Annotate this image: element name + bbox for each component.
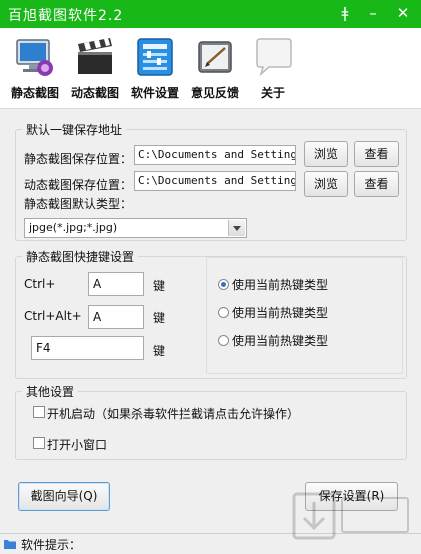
toolbar-label: 软件设置 <box>130 86 179 100</box>
toolbar-software-settings[interactable]: 软件设置 <box>126 30 184 104</box>
speech-bubble-icon <box>256 38 292 77</box>
dynamic-path-label: 动态截图保存位置： <box>24 178 133 192</box>
dynamic-browse-button[interactable]: 浏览 <box>304 171 348 197</box>
screenshot-wizard-button[interactable]: 截图向导(Q) <box>18 482 110 511</box>
hotkey-prefix-ctrl-alt: Ctrl+Alt+ <box>24 309 82 323</box>
default-type-select[interactable]: jpge(*.jpg;*.jpg) <box>24 218 247 238</box>
mini-window-label[interactable]: 打开小窗口 <box>47 436 107 453</box>
static-path-field[interactable]: C:\Documents and Settings\ <box>134 145 296 165</box>
toolbar-static-capture[interactable]: 静态截图 <box>6 30 64 104</box>
hotkey-key-suffix: 键 <box>153 311 166 325</box>
default-type-value: jpge(*.jpg;*.jpg) <box>29 221 118 234</box>
window-title: 百旭截图软件2.2 <box>8 8 124 24</box>
toolbar-about[interactable]: 关于 <box>244 30 302 104</box>
settings-panel: 默认一键保存地址 静态截图保存位置： C:\Documents and Sett… <box>0 108 421 534</box>
title-bar: 百旭截图软件2.2 ǂ – ✕ <box>0 0 421 28</box>
hotkey-type-radio-3[interactable] <box>218 335 229 346</box>
hotkey-key-field-2[interactable]: A <box>88 305 144 329</box>
hotkey-type-radio-label[interactable]: 使用当前热键类型 <box>232 276 328 293</box>
restore-icon[interactable]: – <box>362 3 384 23</box>
hotkey-key-field-3[interactable]: F4 <box>31 336 144 360</box>
monitor-icon <box>16 39 53 76</box>
hotkey-type-radio-label[interactable]: 使用当前热键类型 <box>232 332 328 349</box>
feedback-pad-icon <box>198 41 232 73</box>
static-path-label: 静态截图保存位置： <box>24 152 133 166</box>
minimize-icon[interactable]: ǂ <box>334 3 356 23</box>
toolbar-label: 静态截图 <box>10 86 59 100</box>
hotkey-key-suffix: 键 <box>153 344 166 358</box>
mini-window-checkbox[interactable] <box>33 437 45 449</box>
hotkey-key-field-1[interactable]: A <box>88 272 144 296</box>
download-logo-icon <box>292 492 409 540</box>
autostart-label[interactable]: 开机启动（如果杀毒软件拦截请点击允许操作） <box>47 405 299 422</box>
dynamic-view-button[interactable]: 查看 <box>354 171 399 197</box>
default-type-label: 静态截图默认类型： <box>24 197 133 211</box>
toolbar-feedback[interactable]: 意见反馈 <box>186 30 244 104</box>
group-legend: 默认一键保存地址 <box>26 123 123 137</box>
watermark-logo <box>286 488 416 550</box>
toolbar-label: 关于 <box>260 86 285 100</box>
toolbar-label: 动态截图 <box>70 86 119 100</box>
close-icon[interactable]: ✕ <box>392 3 414 23</box>
folder-icon <box>4 540 16 549</box>
toolbar: 静态截图 动态截图 软件设置 意见反馈 关于 <box>0 28 421 108</box>
toolbar-dynamic-capture[interactable]: 动态截图 <box>66 30 124 104</box>
status-label: 软件提示： <box>21 538 82 552</box>
hotkey-type-radio-label[interactable]: 使用当前热键类型 <box>232 304 328 321</box>
hotkey-type-radio-2[interactable] <box>218 307 229 318</box>
chevron-down-icon[interactable] <box>228 220 245 236</box>
static-view-button[interactable]: 查看 <box>354 141 399 167</box>
group-legend: 静态截图快捷键设置 <box>26 250 135 264</box>
toolbar-label: 意见反馈 <box>190 86 239 100</box>
dynamic-path-field[interactable]: C:\Documents and Settings\ <box>134 171 296 191</box>
settings-panel-icon <box>137 38 173 76</box>
autostart-checkbox[interactable] <box>33 406 45 418</box>
group-legend: 其他设置 <box>26 385 75 399</box>
hotkey-type-radio-1[interactable] <box>218 279 229 290</box>
hotkey-key-suffix: 键 <box>153 279 166 293</box>
static-browse-button[interactable]: 浏览 <box>304 141 348 167</box>
clapperboard-icon <box>78 38 112 74</box>
hotkey-prefix-ctrl: Ctrl+ <box>24 277 56 291</box>
